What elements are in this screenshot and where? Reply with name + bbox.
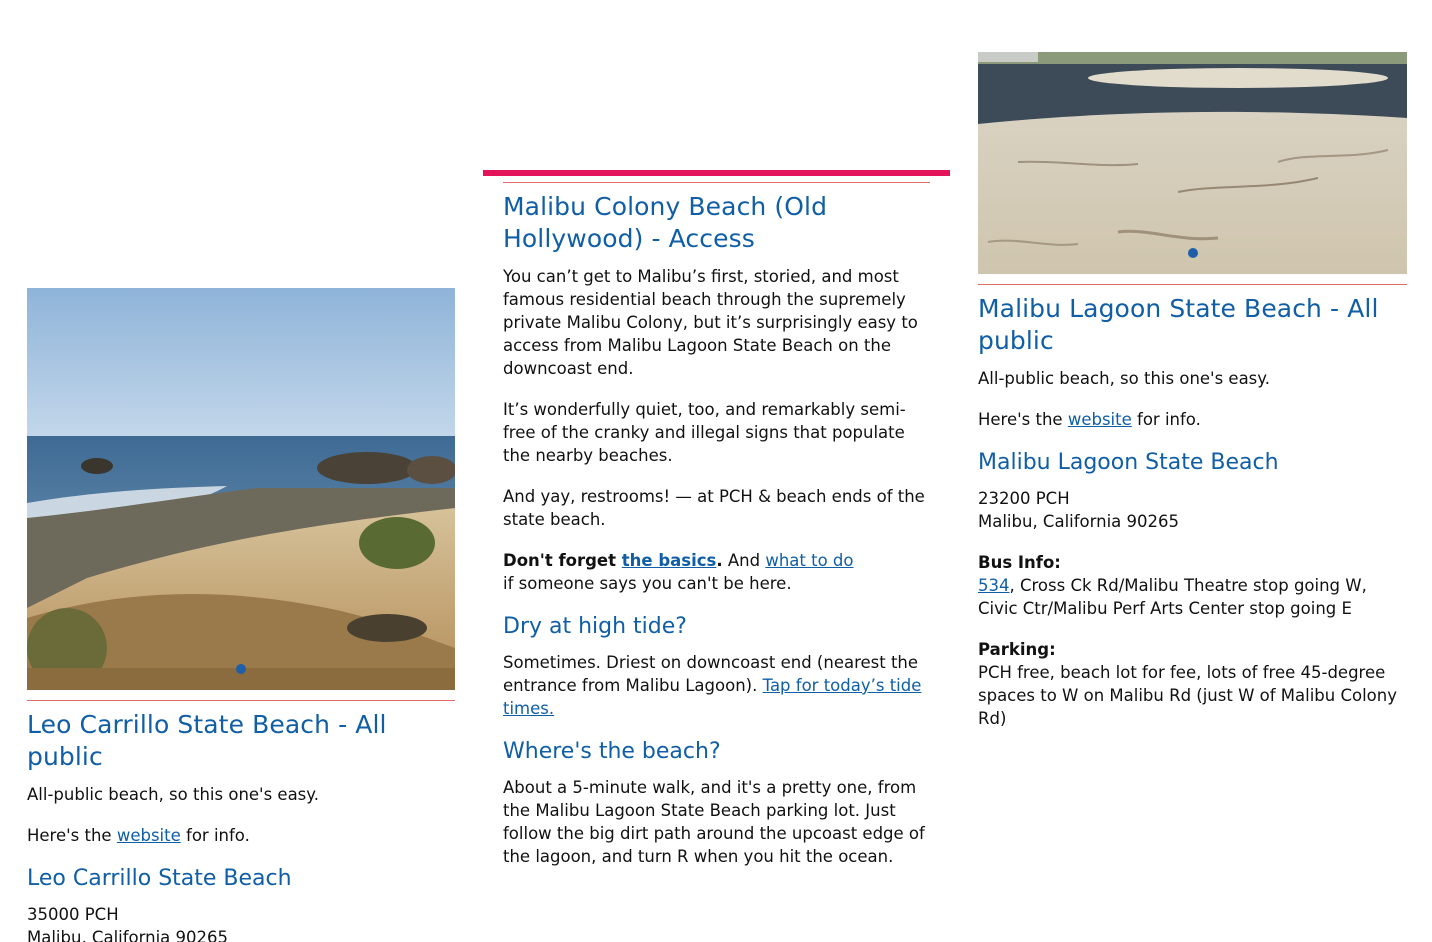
divider-rule — [27, 700, 455, 701]
page: Leo Carrillo State Beach - All public Al… — [0, 0, 1432, 942]
website-prefix: Here's the — [27, 826, 117, 845]
basics-link[interactable]: the basics — [622, 551, 717, 570]
carousel-dot[interactable] — [1187, 248, 1198, 258]
beach-title[interactable]: Leo Carrillo State Beach - All public — [27, 709, 455, 773]
address: 35000 PCH Malibu, California 90265 — [27, 903, 455, 942]
beach-title[interactable]: Malibu Colony Beach (Old Hollywood) - Ac… — [503, 191, 930, 255]
what-to-do-link[interactable]: what to do — [765, 551, 853, 570]
access-summary: All-public beach, so this one's easy. — [27, 785, 319, 804]
dont-forget-label: Don't forget the basics. — [503, 551, 723, 570]
dry-paragraph: Sometimes. Driest on downcoast end (near… — [503, 651, 930, 720]
address-line-1: 35000 PCH — [27, 905, 119, 924]
and-text: And — [722, 551, 766, 570]
dont-forget-paragraph: Don't forget the basics. And what to do … — [503, 549, 930, 595]
website-line: Here's the website for info. — [27, 824, 455, 847]
divider-rule — [978, 284, 1407, 285]
quiet-paragraph: It’s wonderfully quiet, too, and remarka… — [503, 400, 906, 465]
website-link[interactable]: website — [1068, 410, 1132, 429]
address-line-2: Malibu, California 90265 — [978, 512, 1180, 531]
parking-label: Parking: — [978, 640, 1056, 659]
website-suffix: for info. — [180, 826, 250, 845]
dry-heading: Dry at high tide? — [503, 614, 687, 639]
intro-paragraph: You can’t get to Malibu’s first, storied… — [503, 267, 918, 378]
parking-text: PCH free, beach lot for fee, lots of fre… — [978, 663, 1397, 728]
bus-info-label: Bus Info: — [978, 553, 1061, 572]
beach-photo-malibu-lagoon-image — [978, 52, 1407, 274]
beach-photo-leo-carrillo-image — [27, 288, 455, 690]
beach-card-leo-carrillo: Leo Carrillo State Beach - All public Al… — [27, 288, 455, 942]
beach-photo-leo-carrillo[interactable] — [27, 288, 455, 690]
address: 23200 PCH Malibu, California 90265 — [978, 487, 1407, 533]
bus-info-text: , Cross Ck Rd/Malibu Theatre stop going … — [978, 576, 1367, 618]
website-line: Here's the website for info. — [978, 408, 1407, 431]
website-link[interactable]: website — [117, 826, 181, 845]
address-line-2: Malibu, California 90265 — [27, 928, 229, 942]
beach-title[interactable]: Malibu Lagoon State Beach - All public — [978, 293, 1407, 357]
website-suffix: for info. — [1131, 410, 1201, 429]
place-name: Leo Carrillo State Beach — [27, 866, 292, 891]
website-prefix: Here's the — [978, 410, 1068, 429]
beach-photo-malibu-lagoon[interactable] — [978, 52, 1407, 274]
if-text: if someone says you can't be here. — [503, 574, 792, 593]
bus-info: Bus Info: 534, Cross Ck Rd/Malibu Theatre… — [978, 551, 1407, 620]
address-line-1: 23200 PCH — [978, 489, 1070, 508]
divider-rule — [503, 182, 930, 183]
place-name: Malibu Lagoon State Beach — [978, 450, 1279, 475]
where-heading: Where's the beach? — [503, 739, 721, 764]
beach-card-malibu-lagoon: Malibu Lagoon State Beach - All public A… — [978, 52, 1407, 748]
accent-bar — [483, 170, 950, 176]
restrooms-paragraph: And yay, restrooms! — at PCH & beach end… — [503, 487, 925, 529]
access-summary: All-public beach, so this one's easy. — [978, 369, 1270, 388]
where-paragraph: About a 5-minute walk, and it's a pretty… — [503, 778, 925, 866]
carousel-dot[interactable] — [236, 664, 246, 674]
parking-info: Parking: PCH free, beach lot for fee, lot… — [978, 638, 1407, 730]
beach-card-malibu-colony: Malibu Colony Beach (Old Hollywood) - Ac… — [483, 170, 950, 886]
bus-route-link[interactable]: 534 — [978, 576, 1010, 595]
